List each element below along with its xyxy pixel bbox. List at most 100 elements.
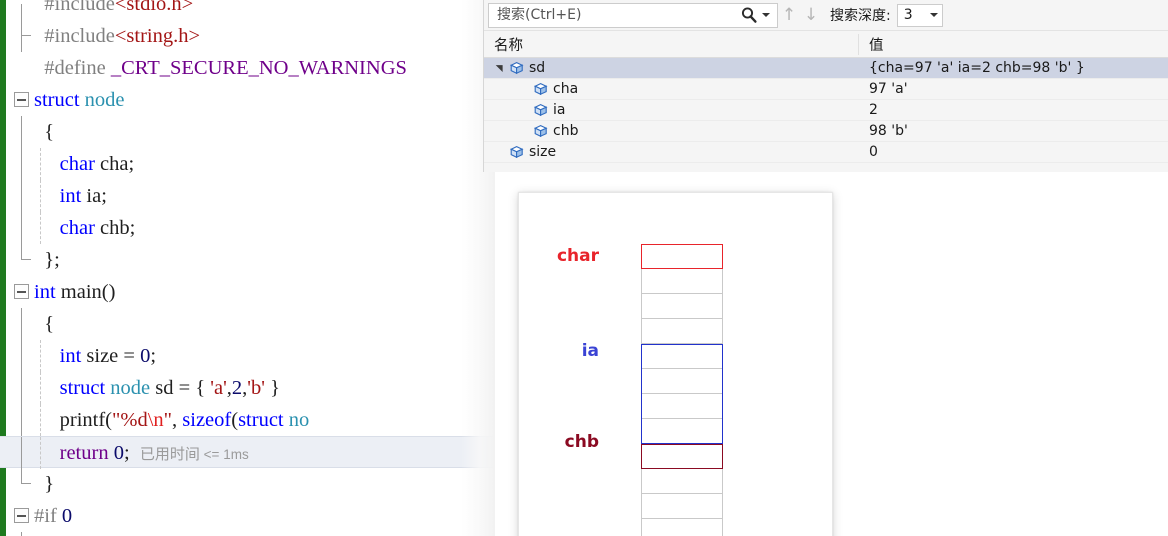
watch-row-name-cell[interactable]: size [484,142,859,163]
watch-column-headers: 名称 值 [484,31,1168,58]
code-token: " [163,409,173,431]
watch-variable-value[interactable]: 98 'b' [859,123,1168,139]
code-line[interactable]: return 0; 已用时间 <= 1ms [0,436,495,469]
code-token: char [59,153,95,175]
code-line[interactable]: struct node sd = { 'a',2,'b' } [0,372,495,404]
code-token: cha; [94,153,135,175]
code-token: int [59,345,82,367]
code-line[interactable]: #include<string.h> [0,20,495,52]
memory-layout-card: char ia chb [518,192,833,536]
search-icon[interactable] [738,4,760,26]
debugger-watch-panel[interactable]: ↑ ↓ 搜索深度: 3 名称 值 ◢ sd{cha=97 'a' ia=2 ch… [483,0,1168,172]
code-token: ia; [81,185,107,207]
watch-variable-name: size [529,143,557,160]
code-line[interactable]: char chb; [0,212,495,244]
code-line[interactable]: int ia; [0,180,495,212]
table-row[interactable]: ia 2 [484,100,1168,121]
search-options-chevron-down-icon[interactable] [762,13,770,17]
collapse-minus-icon[interactable] [14,284,29,299]
memory-byte-cell [641,344,723,369]
column-header-value[interactable]: 值 [859,34,1168,55]
table-row[interactable]: size 0 [484,142,1168,163]
code-line[interactable]: #if 0 [0,500,495,532]
code-line[interactable]: int size = 0; [0,340,495,372]
code-token: struct [59,377,106,399]
search-depth-combo[interactable]: 3 [896,3,943,27]
fold-guide-corner [21,468,31,484]
memory-byte-cell [641,269,723,294]
elapsed-time-value: <= 1ms [199,447,249,462]
watch-variable-value[interactable]: {cha=97 'a' ia=2 chb=98 'b' } [859,60,1168,76]
code-line[interactable]: } [0,468,495,500]
code-line[interactable]: printf("%d\n", sizeof(struct no [0,404,495,436]
code-line[interactable]: #include<stdio.h> [0,0,495,20]
code-token: #if [34,505,62,527]
code-line[interactable]: struct Student [0,532,495,536]
table-row[interactable]: cha 97 'a' [484,79,1168,100]
watch-variable-name: sd [529,59,546,76]
code-token: struct [238,409,284,431]
table-row[interactable]: chb 98 'b' [484,121,1168,142]
code-token: ; [150,345,157,367]
tree-expanded-triangle-icon[interactable]: ◢ [490,60,511,76]
chevron-down-icon[interactable] [929,13,938,17]
variable-cube-icon [532,103,549,118]
code-token: node [84,89,125,111]
memory-byte-cell [641,519,723,536]
variable-cube-icon [532,124,549,139]
code-line[interactable]: char cha; [0,148,495,180]
fold-guide-line [21,212,22,244]
watch-row-list[interactable]: ◢ sd {cha=97 'a' ia=2 chb=98 'b' } cha 97 … [484,58,1168,163]
search-input[interactable] [495,4,738,26]
collapse-minus-icon[interactable] [14,508,29,523]
collapse-minus-icon[interactable] [14,92,29,107]
watch-variable-value[interactable]: 97 'a' [859,81,1168,97]
arrow-up-icon[interactable]: ↑ [778,0,800,31]
code-editor[interactable]: #include<stdio.h> #include<string.h> #de… [0,0,495,536]
code-token: 'a' [210,377,227,399]
code-token: "%d [112,409,148,431]
watch-row-name-cell[interactable]: ◢ sd [484,58,859,79]
indent-guide [40,372,41,404]
code-token: node [110,377,151,399]
code-token: return [59,442,109,464]
code-token: size = [81,345,141,367]
code-token: \n [147,409,164,431]
fold-guide-corner [21,20,31,36]
code-line[interactable]: { [0,308,495,340]
fold-guide-line [21,404,22,436]
watch-variable-value[interactable]: 2 [859,102,1168,118]
watch-row-name-cell[interactable]: cha [484,79,859,100]
search-box[interactable] [488,2,778,28]
code-token: <stdio.h> [114,0,194,15]
code-line[interactable]: #define _CRT_SECURE_NO_WARNINGS [0,52,495,84]
code-token: , [172,409,183,431]
fold-guide-line [21,116,22,148]
code-line[interactable]: { [0,116,495,148]
memory-byte-cell [641,244,723,269]
watch-row-name-cell[interactable]: chb [484,121,859,142]
code-token: } [34,473,55,495]
fold-guide-line [21,180,22,212]
variable-cube-icon [532,82,549,97]
arrow-down-icon[interactable]: ↓ [800,0,822,31]
code-line[interactable]: int main() [0,276,495,308]
watch-row-name-cell[interactable]: ia [484,100,859,121]
watch-variable-name: chb [553,122,579,139]
variable-cube-icon [508,145,525,160]
code-line[interactable]: struct node [0,84,495,116]
code-text-area[interactable]: #include<stdio.h> #include<string.h> #de… [0,0,495,536]
table-row[interactable]: ◢ sd {cha=97 'a' ia=2 chb=98 'b' } [484,58,1168,79]
memory-byte-cell [641,444,723,469]
fold-guide-line [21,437,22,469]
memory-byte-cell [641,369,723,394]
column-header-name[interactable]: 名称 [484,33,859,55]
watch-variable-value[interactable]: 0 [859,144,1168,160]
code-token: } [264,377,280,399]
code-token: sizeof [182,409,232,431]
search-depth-label: 搜索深度: [830,8,891,24]
code-line[interactable]: }; [0,244,495,276]
code-token: sd = { [150,377,211,399]
